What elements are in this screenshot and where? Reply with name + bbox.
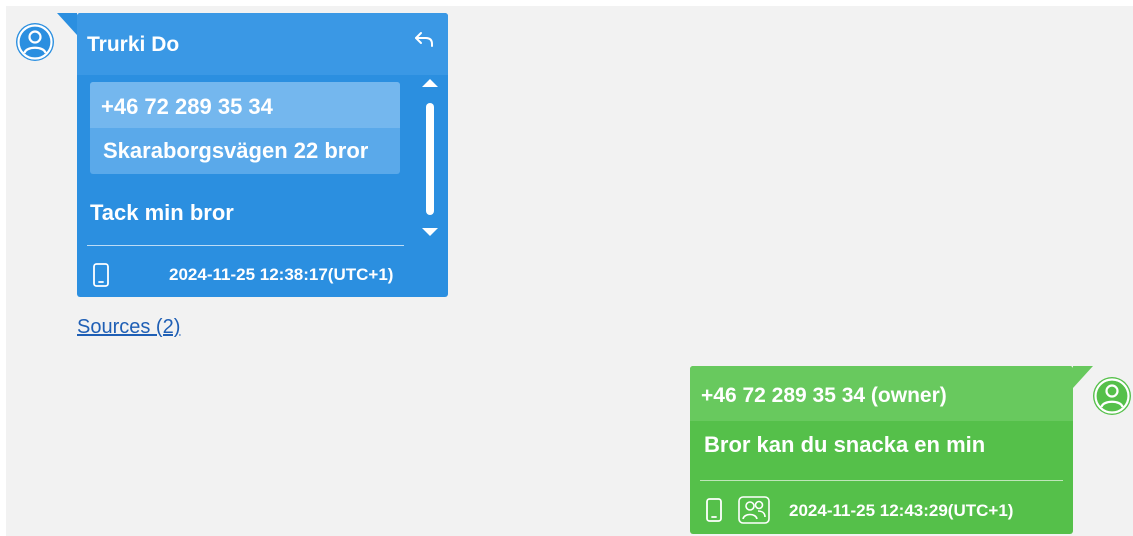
message-text: Tack min bror — [90, 200, 234, 225]
mobile-phone-icon — [93, 263, 109, 287]
scroll-thumb[interactable] — [426, 103, 434, 215]
scroll-down-arrow-icon[interactable] — [422, 228, 438, 236]
quoted-phone-text: +46 72 289 35 34 — [101, 94, 273, 119]
sender-name: Trurki Do — [87, 33, 180, 56]
message-timestamp: 2024-11-25 12:43:29(UTC+1) — [789, 501, 1014, 520]
sources-link[interactable]: Sources (2) — [77, 316, 180, 339]
incoming-message-header: Trurki Do — [77, 13, 448, 75]
message-divider — [700, 480, 1063, 481]
outgoing-message-header: +46 72 289 35 34 (owner) — [690, 366, 1073, 421]
mobile-phone-icon — [706, 498, 722, 522]
message-scrollbar[interactable] — [422, 79, 438, 243]
sender-name: +46 72 289 35 34 (owner) — [701, 384, 947, 407]
bubble-tail — [1073, 366, 1093, 388]
group-icon — [738, 496, 770, 524]
message-text: Bror kan du snacka en min — [704, 432, 986, 457]
incoming-message-bubble[interactable]: Trurki Do +46 72 289 35 34 Skaraborgsväg… — [57, 13, 448, 297]
message-divider — [87, 245, 404, 246]
scroll-up-arrow-icon[interactable] — [422, 79, 438, 87]
quoted-line-phone: +46 72 289 35 34 — [90, 82, 400, 128]
bubble-tail — [57, 13, 77, 35]
outgoing-avatar-icon[interactable] — [1092, 376, 1132, 416]
incoming-avatar-icon[interactable] — [15, 22, 55, 62]
reply-icon[interactable] — [412, 27, 436, 51]
outgoing-message-bubble[interactable]: +46 72 289 35 34 (owner) Bror kan du sna… — [690, 366, 1093, 534]
message-timestamp: 2024-11-25 12:38:17(UTC+1) — [169, 265, 394, 284]
quoted-address-text: Skaraborgsvägen 22 bror — [103, 138, 369, 163]
